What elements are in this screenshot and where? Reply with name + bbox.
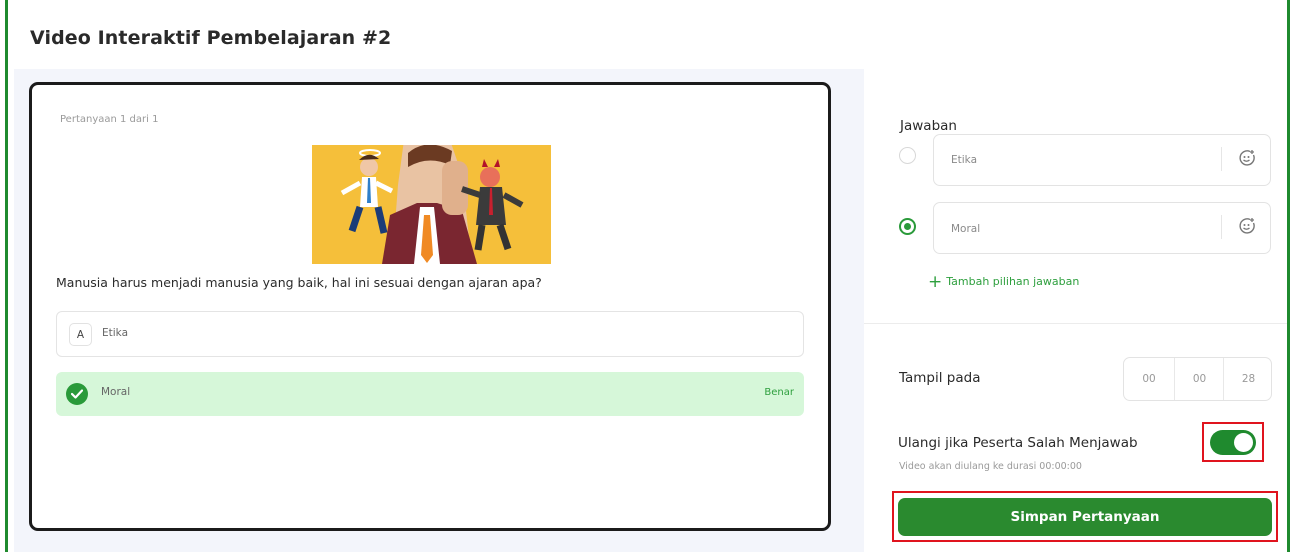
check-icon xyxy=(66,383,88,405)
option-letter-badge: A xyxy=(69,323,92,346)
option-label: Moral xyxy=(101,386,131,398)
answer-field-2[interactable]: Moral xyxy=(933,202,1271,254)
answers-heading: Jawaban xyxy=(900,118,957,134)
seconds-field[interactable]: 28 xyxy=(1223,358,1273,400)
answer-text: Etika xyxy=(951,154,977,166)
minutes-field[interactable]: 00 xyxy=(1174,358,1224,400)
add-answer-link[interactable]: + Tambah pilihan jawaban xyxy=(928,270,1080,292)
repeat-hint: Video akan diulang ke durasi 00:00:00 xyxy=(899,461,1082,472)
question-illustration xyxy=(312,145,551,264)
preview-option-correct[interactable]: Moral Benar xyxy=(56,372,804,416)
answer-field-1[interactable]: Etika xyxy=(933,134,1271,186)
frame-left-border xyxy=(5,0,8,552)
answer-radio-1[interactable] xyxy=(899,147,916,164)
section-divider xyxy=(864,323,1287,324)
emoji-icon[interactable] xyxy=(1238,217,1256,239)
plus-icon: + xyxy=(928,272,943,292)
show-at-time-input[interactable]: 00 00 28 xyxy=(1123,357,1272,401)
emoji-icon[interactable] xyxy=(1238,149,1256,171)
correct-answer-tag: Benar xyxy=(764,387,794,398)
field-divider xyxy=(1221,147,1222,171)
page-title: Video Interaktif Pembelajaran #2 xyxy=(30,27,392,49)
hours-field[interactable]: 00 xyxy=(1124,358,1174,400)
add-answer-label: Tambah pilihan jawaban xyxy=(946,275,1080,288)
repeat-toggle[interactable] xyxy=(1210,430,1256,455)
answer-radio-2[interactable] xyxy=(899,218,916,235)
show-at-label: Tampil pada xyxy=(899,370,981,386)
question-counter: Pertanyaan 1 dari 1 xyxy=(60,114,159,125)
repeat-on-wrong-label: Ulangi jika Peserta Salah Menjawab xyxy=(898,435,1138,451)
frame-right-border xyxy=(1287,0,1290,552)
question-preview-card: Pertanyaan 1 dari 1 Manusia harus menjad xyxy=(29,82,831,531)
preview-option-a[interactable]: A Etika xyxy=(56,311,804,357)
option-label: Etika xyxy=(102,327,128,339)
question-text: Manusia harus menjadi manusia yang baik,… xyxy=(56,275,542,290)
save-question-button[interactable]: Simpan Pertanyaan xyxy=(898,498,1272,536)
answer-text: Moral xyxy=(951,223,981,235)
toggle-knob xyxy=(1234,433,1253,452)
field-divider xyxy=(1221,215,1222,239)
